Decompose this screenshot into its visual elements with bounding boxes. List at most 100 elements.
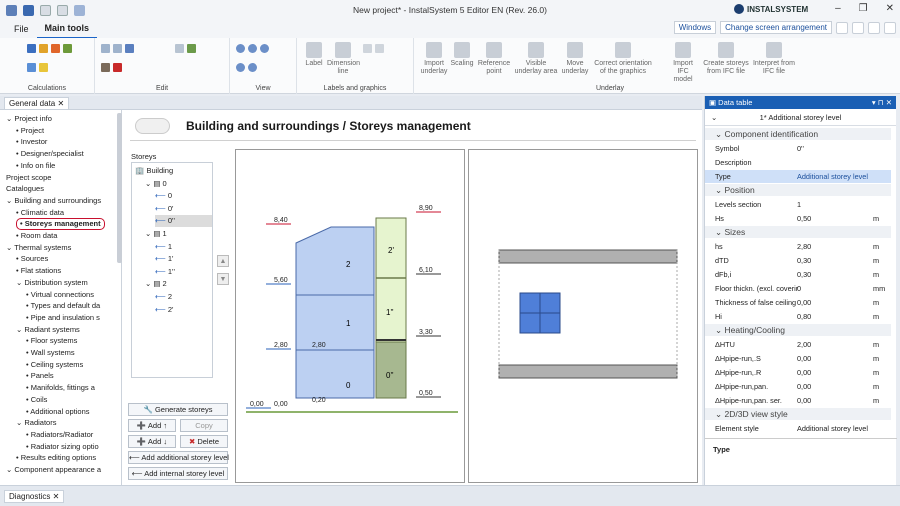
tree-item[interactable]: • Flat stations bbox=[16, 265, 61, 276]
nav-back-icon[interactable] bbox=[135, 118, 170, 134]
tree-item[interactable]: ⌄ Project info bbox=[6, 113, 52, 124]
property-value[interactable]: 0,00 bbox=[797, 380, 811, 393]
calc6-icon[interactable] bbox=[39, 63, 48, 72]
tree-item[interactable]: ⌄ Component appearance a bbox=[6, 464, 101, 475]
property-row[interactable]: Symbol 0'' bbox=[705, 142, 891, 155]
zoom-in-icon[interactable] bbox=[236, 44, 245, 53]
collapse-ribbon-icon[interactable] bbox=[884, 21, 896, 34]
storey-item[interactable]: ⌄ ▤ 2 bbox=[145, 278, 212, 290]
storey-item[interactable]: 🏢 Building bbox=[135, 165, 212, 177]
tab-general-data[interactable]: General data ✕ bbox=[4, 97, 70, 109]
property-row[interactable]: Hs 0,50 m bbox=[705, 212, 891, 225]
tree-item[interactable]: • Results editing options bbox=[16, 452, 96, 463]
plan-view[interactable] bbox=[468, 149, 698, 483]
property-row[interactable]: hs 2,80 m bbox=[705, 240, 891, 253]
tree-item[interactable]: • Radiators/Radiator bbox=[26, 429, 93, 440]
interpret-ifc-button[interactable]: Interpret from IFC file bbox=[752, 42, 796, 76]
delete-button[interactable]: ✖ Delete bbox=[180, 435, 228, 448]
tree-item[interactable]: • Virtual connections bbox=[26, 289, 94, 300]
add-additional-level-button[interactable]: ⟵ Add additional storey level bbox=[128, 451, 229, 464]
property-row[interactable]: Type Additional storey level bbox=[705, 170, 891, 183]
arrange-icon[interactable] bbox=[175, 44, 184, 53]
plugin-icon[interactable] bbox=[868, 21, 880, 34]
storey-item[interactable]: ⟵ 0' bbox=[155, 203, 212, 215]
copy-button[interactable]: Copy bbox=[180, 419, 228, 432]
paste-icon[interactable] bbox=[113, 44, 122, 53]
property-value[interactable]: 0,80 bbox=[797, 310, 811, 323]
move-up-icon[interactable]: ▲ bbox=[217, 255, 229, 267]
property-category[interactable]: ⌄ Component identification bbox=[705, 128, 891, 140]
property-row[interactable]: dFb,i 0,30 m bbox=[705, 268, 891, 281]
close-icon[interactable]: ✕ bbox=[886, 3, 894, 14]
move-down-icon[interactable]: ▼ bbox=[217, 273, 229, 285]
tab-main-tools[interactable]: Main tools bbox=[36, 19, 98, 39]
zoom-all-icon[interactable] bbox=[248, 63, 257, 72]
tree-item[interactable]: • Coils bbox=[26, 394, 47, 405]
tree-item[interactable]: • Pipe and insulation s bbox=[26, 312, 100, 323]
calc4-icon[interactable] bbox=[63, 44, 72, 53]
tree-item[interactable]: ⌄ Radiators bbox=[16, 417, 56, 428]
storey-item[interactable]: ⟵ 1' bbox=[155, 253, 212, 265]
calc3-icon[interactable] bbox=[51, 44, 60, 53]
select-icon[interactable] bbox=[187, 44, 196, 53]
property-value[interactable]: 0,30 bbox=[797, 254, 811, 267]
property-row[interactable]: Hi 0,80 m bbox=[705, 310, 891, 323]
property-category[interactable]: ⌄ 2D/3D view style bbox=[705, 408, 891, 420]
label-button[interactable]: Label bbox=[303, 42, 325, 68]
arrangement-dropdown[interactable]: Change screen arrangement bbox=[720, 21, 832, 34]
minimize-icon[interactable]: – bbox=[835, 3, 841, 14]
dimension-line-button[interactable]: Dimension line bbox=[327, 42, 360, 76]
tree-item[interactable]: • Climatic data bbox=[16, 207, 64, 218]
property-row[interactable]: Thickness of false ceiling 0,00 m bbox=[705, 296, 891, 309]
tree-item[interactable]: Project scope bbox=[6, 172, 51, 183]
zoom-window-icon[interactable] bbox=[236, 63, 245, 72]
undo-icon[interactable] bbox=[125, 44, 134, 53]
property-row[interactable]: dTD 0,30 m bbox=[705, 254, 891, 267]
property-row[interactable]: ΔHTU 2,00 m bbox=[705, 338, 891, 351]
graphics-icon[interactable] bbox=[375, 44, 384, 53]
collapse-icon[interactable]: ⌄ bbox=[711, 109, 717, 126]
expand-icon[interactable]: ⌄ bbox=[6, 243, 14, 252]
zoom-fit-icon[interactable] bbox=[260, 44, 269, 53]
calc2-icon[interactable] bbox=[39, 44, 48, 53]
add-level-button[interactable]: ➕ Add ↓ bbox=[128, 435, 176, 448]
maximize-icon[interactable]: ❐ bbox=[859, 3, 868, 14]
tree-item[interactable]: ⌄ Thermal systems bbox=[6, 242, 71, 253]
correct-orientation-button[interactable]: Correct orientation of the graphics bbox=[592, 42, 654, 76]
tree-item[interactable]: • Panels bbox=[26, 370, 54, 381]
catalog-icon[interactable] bbox=[852, 21, 864, 34]
storey-item[interactable]: ⟵ 0'' bbox=[155, 215, 212, 228]
add-internal-level-button[interactable]: ⟵ Add internal storey level bbox=[128, 467, 228, 480]
layout-icon[interactable] bbox=[836, 21, 848, 34]
property-value[interactable]: 0,00 bbox=[797, 394, 811, 407]
property-row[interactable]: ΔHpipe-run,.R 0,00 m bbox=[705, 366, 891, 379]
tree-item[interactable]: • Manifolds, fittings a bbox=[26, 382, 95, 393]
storey-item[interactable]: ⌄ ▤ 1 bbox=[145, 228, 212, 240]
calc5-icon[interactable] bbox=[27, 63, 36, 72]
storey-item[interactable]: ⟵ 0 bbox=[155, 190, 212, 202]
property-value[interactable]: 0'' bbox=[797, 142, 804, 155]
scaling-button[interactable]: Scaling bbox=[450, 42, 474, 68]
text-icon[interactable] bbox=[363, 44, 372, 53]
tree-item[interactable]: • Ceiling systems bbox=[26, 359, 83, 370]
tree-item[interactable]: • Types and default da bbox=[26, 300, 100, 311]
section-view[interactable]: 2 1 0 2' 1'' 0'' 8,40 8,90 5,60 6,10 2,8… bbox=[235, 149, 465, 483]
property-value[interactable]: 2,80 bbox=[797, 240, 811, 253]
property-category[interactable]: ⌄ Heating/Cooling bbox=[705, 324, 891, 336]
property-category[interactable]: ⌄ Sizes bbox=[705, 226, 891, 238]
storey-item[interactable]: ⟵ 2 bbox=[155, 291, 212, 303]
tab-file[interactable]: File bbox=[6, 20, 37, 38]
cut-icon[interactable] bbox=[101, 63, 110, 72]
property-value[interactable]: 0,00 bbox=[797, 296, 811, 309]
calc-icon[interactable] bbox=[27, 44, 36, 53]
visible-area-button[interactable]: Visible underlay area bbox=[514, 42, 558, 76]
property-value[interactable]: 0,50 bbox=[797, 212, 811, 225]
property-value[interactable]: 0,00 bbox=[797, 352, 811, 365]
tree-item[interactable]: • Radiator sizing optio bbox=[26, 441, 99, 452]
windows-dropdown[interactable]: Windows bbox=[673, 21, 717, 34]
property-value[interactable]: Additional storey level bbox=[797, 170, 868, 183]
tree-item[interactable]: ⌄ Radiant systems bbox=[16, 324, 80, 335]
property-value[interactable]: 0 bbox=[797, 282, 801, 295]
property-row[interactable]: Floor thickn. (excl. coverir 0 mm bbox=[705, 282, 891, 295]
tree-item[interactable]: • Floor systems bbox=[26, 335, 77, 346]
